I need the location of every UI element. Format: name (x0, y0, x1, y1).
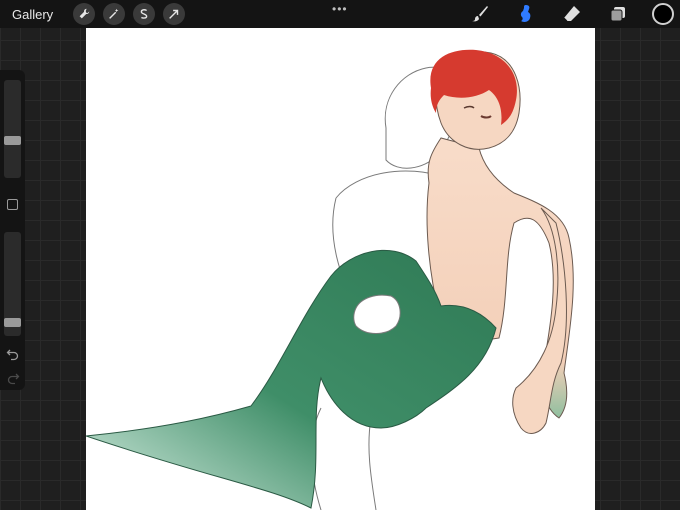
move-arrow-icon (169, 9, 179, 19)
redo-button[interactable] (6, 371, 20, 385)
drawing-canvas[interactable] (86, 28, 595, 510)
opacity-handle[interactable] (4, 317, 21, 327)
transform-button[interactable] (163, 3, 186, 25)
selection-button[interactable] (133, 3, 156, 25)
brush-icon (472, 6, 488, 22)
brush-button[interactable] (468, 2, 492, 26)
right-tools (468, 0, 680, 28)
smudge-icon (520, 5, 531, 22)
head (430, 49, 521, 150)
layers-button[interactable] (606, 2, 630, 26)
gallery-button[interactable]: Gallery (12, 7, 53, 22)
color-swatch[interactable] (652, 3, 674, 25)
artwork (86, 49, 574, 510)
eraser-icon (563, 6, 580, 22)
wrench-icon (79, 8, 90, 19)
actions-button[interactable] (73, 3, 96, 25)
brush-size-slider[interactable] (4, 80, 21, 178)
more-options-button[interactable]: ••• (332, 2, 348, 16)
smudge-button[interactable] (514, 2, 538, 26)
selection-icon (140, 9, 148, 19)
undo-icon (6, 349, 19, 361)
left-sidebar (0, 70, 25, 390)
layers-icon (610, 7, 625, 22)
magic-wand-icon (109, 8, 119, 19)
eraser-button[interactable] (560, 2, 584, 26)
top-toolbar: Gallery ••• (0, 0, 680, 28)
brush-size-handle[interactable] (4, 136, 21, 146)
undo-button[interactable] (6, 347, 20, 361)
modify-button[interactable] (7, 199, 18, 210)
redo-icon (7, 373, 20, 385)
adjustments-button[interactable] (103, 3, 126, 25)
